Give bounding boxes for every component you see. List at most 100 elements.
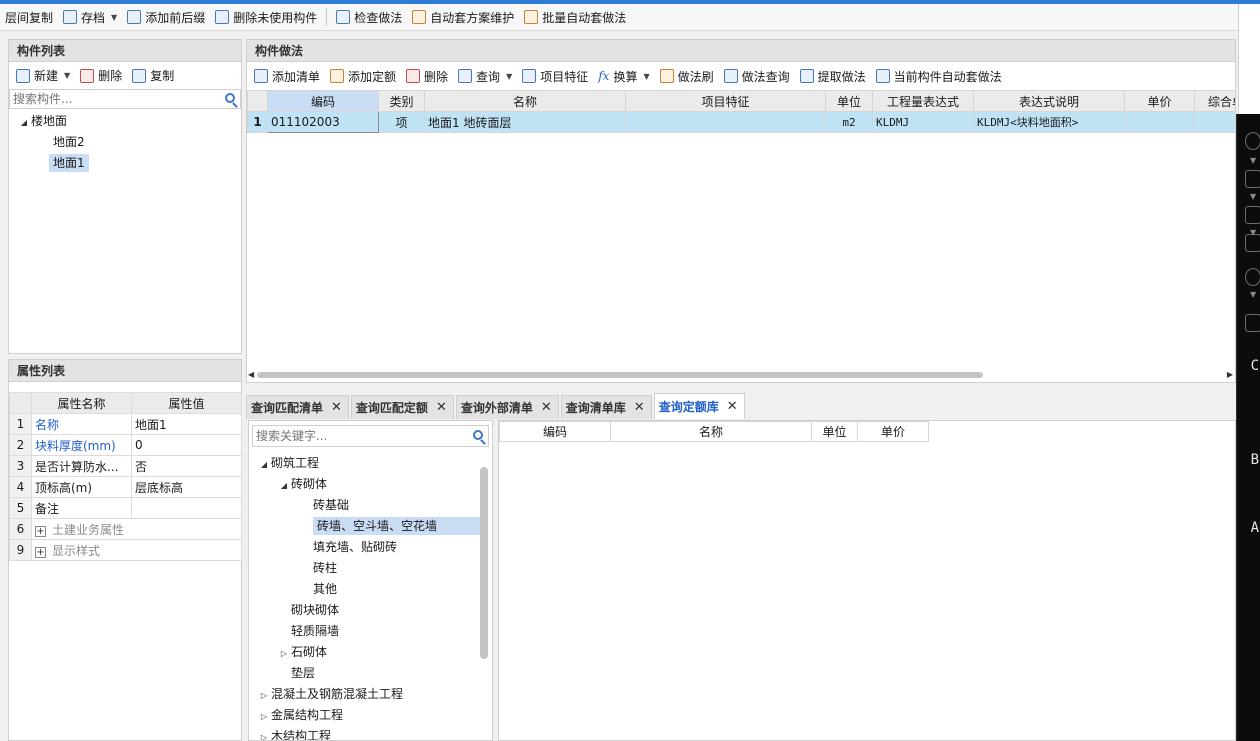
copy-floors-button[interactable]: 层间复制: [0, 6, 58, 28]
close-icon[interactable]: ✕: [727, 399, 738, 414]
attribute-value[interactable]: 否: [131, 455, 242, 477]
project-feature-button[interactable]: 项目特征: [517, 65, 593, 87]
table-row[interactable]: 1 011102003 项 地面1 地砖面层 m2 KLDMJ KLDMJ<块料…: [247, 111, 1235, 133]
cell-expr-desc[interactable]: KLDMJ<块料地面积>: [973, 111, 1125, 133]
query-dropdown-icon[interactable]: ▼: [506, 72, 512, 81]
attribute-group[interactable]: + 土建业务属性: [31, 518, 242, 540]
tree-item[interactable]: 砖基础: [249, 495, 492, 516]
chevron-down-icon[interactable]: ▼: [1250, 156, 1256, 165]
delete-component-button[interactable]: 删除: [75, 65, 127, 87]
attribute-value[interactable]: [131, 497, 242, 519]
tree-item[interactable]: ▷ 木结构工程: [249, 726, 492, 740]
tab-external-list[interactable]: 查询外部清单 ✕: [455, 395, 559, 419]
tree-item[interactable]: 砖柱: [249, 558, 492, 579]
grid-icon[interactable]: [1245, 314, 1260, 332]
horizontal-scrollbar[interactable]: ◀ ▶: [247, 370, 1235, 380]
column-header-expr-desc[interactable]: 表达式说明: [973, 90, 1125, 112]
close-icon[interactable]: ✕: [634, 400, 645, 415]
archive-dropdown-icon[interactable]: ▼: [111, 13, 117, 22]
scroll-thumb[interactable]: [257, 372, 983, 378]
close-icon[interactable]: ✕: [436, 400, 447, 415]
expand-plus-icon[interactable]: +: [35, 546, 46, 558]
expand-plus-icon[interactable]: +: [35, 525, 46, 537]
auto-scheme-button[interactable]: 自动套方案维护: [407, 6, 519, 28]
cell-type[interactable]: 项: [378, 111, 425, 133]
column-header-unit[interactable]: 单位: [825, 90, 873, 112]
chevron-down-icon[interactable]: ▼: [1250, 290, 1256, 299]
column-header-name[interactable]: 名称: [610, 421, 812, 442]
table-row[interactable]: 3 是否计算防水... 否: [9, 455, 242, 477]
tree-node-ground-1[interactable]: 地面1: [9, 153, 241, 174]
tree-item[interactable]: ◢ 砌筑工程: [249, 453, 492, 474]
scroll-left-icon[interactable]: ◀: [248, 370, 254, 379]
convert-dropdown-icon[interactable]: ▼: [643, 72, 649, 81]
close-icon[interactable]: ✕: [331, 400, 342, 415]
column-header-type[interactable]: 类别: [378, 90, 425, 112]
table-row[interactable]: 1 名称 地面1: [9, 413, 242, 435]
archive-button[interactable]: 存档 ▼: [58, 6, 122, 28]
column-header-code[interactable]: 编码: [267, 90, 379, 112]
column-header-price[interactable]: 单价: [1124, 90, 1195, 112]
chevron-down-icon[interactable]: ▼: [1250, 192, 1256, 201]
tree-item[interactable]: 垫层: [249, 663, 492, 684]
tree-node-ground-2[interactable]: 地面2: [9, 132, 241, 153]
table-row[interactable]: 9 + 显示样式: [9, 539, 242, 561]
attribute-value[interactable]: 层底标高: [131, 476, 242, 498]
tree-item[interactable]: 砌块砌体: [249, 600, 492, 621]
component-search-input[interactable]: [10, 90, 240, 108]
tab-match-quota[interactable]: 查询匹配定额 ✕: [350, 395, 454, 419]
auto-current-button[interactable]: 当前构件自动套做法: [871, 65, 1007, 87]
rotate-icon[interactable]: [1245, 268, 1260, 286]
tree-collapsed-icon[interactable]: ▷: [257, 706, 271, 727]
layer-icon[interactable]: [1245, 234, 1260, 252]
cell-name[interactable]: 地面1 地砖面层: [424, 111, 626, 133]
column-header-unit[interactable]: 单位: [811, 421, 858, 442]
tree-item[interactable]: ▷ 石砌体: [249, 642, 492, 663]
cell-price[interactable]: [1124, 111, 1195, 133]
tree-item[interactable]: 填充墙、贴砌砖: [249, 537, 492, 558]
tree-collapsed-icon[interactable]: ▷: [257, 685, 271, 706]
new-dropdown-icon[interactable]: ▼: [64, 71, 70, 80]
method-query-button[interactable]: 做法查询: [719, 65, 795, 87]
check-method-button[interactable]: 检查做法: [331, 6, 407, 28]
column-header-price[interactable]: 单价: [857, 421, 929, 442]
column-header-expr[interactable]: 工程量表达式: [872, 90, 974, 112]
cell-feature[interactable]: [625, 111, 826, 133]
method-brush-button[interactable]: 做法刷: [655, 65, 719, 87]
convert-button[interactable]: fx 换算 ▼: [593, 65, 654, 87]
vertical-scrollbar[interactable]: [480, 467, 488, 659]
close-icon[interactable]: ✕: [541, 400, 552, 415]
tab-quota-library[interactable]: 查询定额库 ✕: [653, 393, 745, 419]
scroll-right-icon[interactable]: ▶: [1227, 370, 1233, 379]
table-row[interactable]: 4 顶标高(m) 层底标高: [9, 476, 242, 498]
search-icon[interactable]: [225, 93, 235, 103]
extract-method-button[interactable]: 提取做法: [795, 65, 871, 87]
tree-node-floor[interactable]: ◢ 楼地面: [9, 111, 241, 132]
copy-component-button[interactable]: 复制: [127, 65, 179, 87]
attribute-group[interactable]: + 显示样式: [31, 539, 242, 561]
tree-collapsed-icon[interactable]: ▷: [257, 727, 271, 740]
column-header-total[interactable]: 综合单: [1194, 90, 1235, 112]
tab-list-library[interactable]: 查询清单库 ✕: [560, 395, 652, 419]
delete-unused-button[interactable]: 删除未使用构件: [210, 6, 322, 28]
zoom-tool-icon[interactable]: [1245, 132, 1260, 150]
new-component-button[interactable]: 新建 ▼: [11, 65, 75, 87]
table-row[interactable]: 5 备注: [9, 497, 242, 519]
add-quota-button[interactable]: 添加定额: [325, 65, 401, 87]
search-icon[interactable]: [473, 430, 483, 440]
tree-expand-icon[interactable]: ◢: [17, 112, 31, 133]
delete-method-button[interactable]: 删除: [401, 65, 453, 87]
tree-collapsed-icon[interactable]: ▷: [277, 643, 291, 664]
attribute-value[interactable]: 地面1: [131, 413, 242, 435]
column-header-name[interactable]: 名称: [424, 90, 626, 112]
tree-expanded-icon[interactable]: ◢: [257, 454, 271, 475]
add-prefix-suffix-button[interactable]: 添加前后缀: [122, 6, 210, 28]
attribute-value[interactable]: 0: [131, 434, 242, 456]
query-button[interactable]: 查询 ▼: [453, 65, 517, 87]
cell-code[interactable]: 011102003: [267, 111, 379, 133]
column-header-code[interactable]: 编码: [499, 421, 611, 442]
tree-item[interactable]: 其他: [249, 579, 492, 600]
cad-viewport[interactable]: ▼ ▼ ▼ ▼ C B A: [1236, 114, 1260, 741]
column-header-feature[interactable]: 项目特征: [625, 90, 826, 112]
quota-search-input[interactable]: [253, 426, 488, 446]
